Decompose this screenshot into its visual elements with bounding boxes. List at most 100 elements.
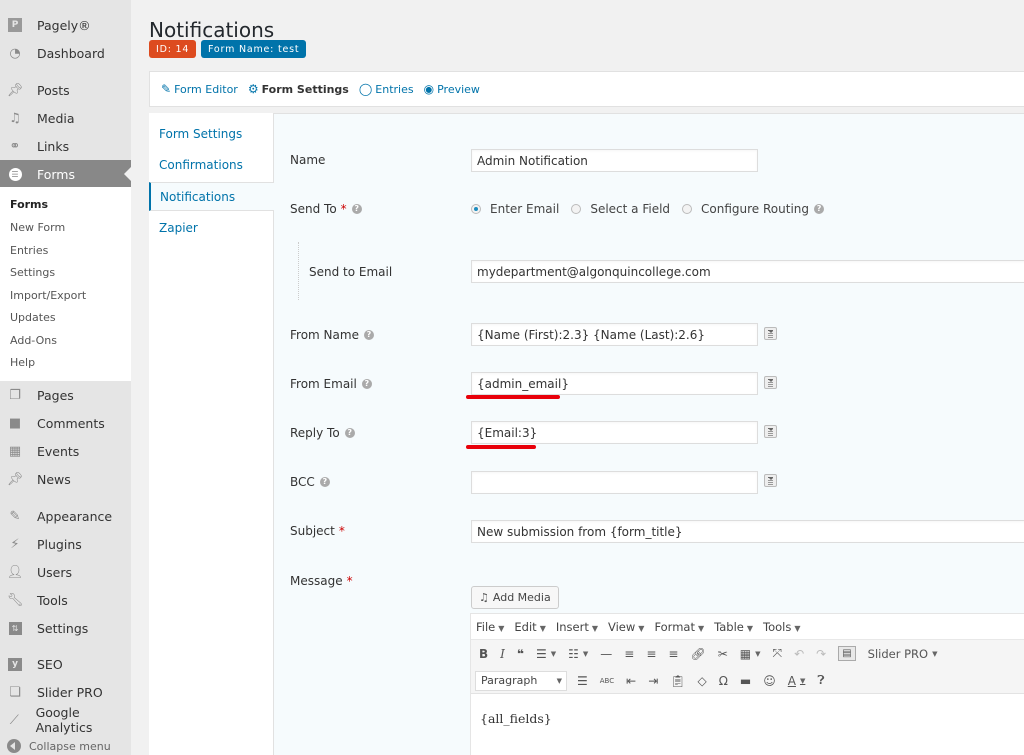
bold-icon[interactable]: B <box>479 647 488 661</box>
wrench-icon: 🔧︎ <box>6 592 24 608</box>
justify-icon[interactable]: ☰ <box>577 674 588 688</box>
radio-enter-email[interactable] <box>471 204 481 214</box>
submenu-import-export[interactable]: Import/Export <box>10 289 86 302</box>
menu-item-dashboard[interactable]: ◔ Dashboard <box>0 39 131 67</box>
table-icon[interactable]: ▦ ▼ <box>740 647 761 661</box>
menu-item-pagely[interactable]: P Pagely® <box>0 11 131 39</box>
form-editor-link[interactable]: ✎ Form Editor <box>161 82 238 96</box>
merge-tag-icon[interactable] <box>764 376 777 389</box>
fullscreen-icon[interactable]: ⤧ <box>772 646 782 661</box>
menu-item-google-analytics[interactable]: ⟋ Google Analytics <box>0 705 131 735</box>
subject-input[interactable]: New submission from {form_title} <box>471 520 1024 543</box>
menu-tools[interactable]: Tools ▼ <box>763 620 801 634</box>
text-color-icon[interactable]: A ▼ <box>788 674 806 688</box>
read-more-icon[interactable]: ▬ <box>740 674 751 688</box>
align-right-icon[interactable]: ≡ <box>668 647 678 661</box>
menu-item-forms[interactable]: ☰ Forms <box>0 160 131 188</box>
name-input[interactable]: Admin Notification <box>471 149 758 172</box>
reply-to-input[interactable]: {Email:3} <box>471 421 758 444</box>
submenu-settings[interactable]: Settings <box>10 266 55 279</box>
numbered-list-icon[interactable]: ☷ ▼ <box>568 647 588 661</box>
menu-item-settings[interactable]: ⇅ Settings <box>0 614 131 642</box>
radio-select-field[interactable] <box>571 204 582 214</box>
menu-table[interactable]: Table ▼ <box>714 620 753 634</box>
help-icon[interactable]: ? <box>351 204 362 214</box>
bcc-input[interactable] <box>471 471 758 494</box>
help-icon[interactable]: ? <box>363 330 374 340</box>
horizontal-rule-icon[interactable]: — <box>600 647 612 661</box>
block-format-select[interactable]: Paragraph ▼ <box>475 670 567 691</box>
menu-view[interactable]: View ▼ <box>608 620 644 634</box>
menu-insert[interactable]: Insert ▼ <box>556 620 598 634</box>
submenu-entries[interactable]: Entries <box>10 244 48 257</box>
merge-tag-icon[interactable] <box>764 327 777 340</box>
menu-item-events[interactable]: ▦ Events <box>0 437 131 465</box>
help-icon[interactable]: ? <box>361 379 372 389</box>
menu-item-comments[interactable]: ■ Comments <box>0 409 131 437</box>
editor-body[interactable]: {all_fields} <box>471 694 1024 743</box>
menu-item-plugins[interactable]: ⚡ Plugins <box>0 530 131 558</box>
menu-item-links[interactable]: ⚭ Links <box>0 132 131 160</box>
indent-icon[interactable]: ⇥ <box>648 674 658 688</box>
menu-edit[interactable]: Edit ▼ <box>514 620 545 634</box>
add-media-button[interactable]: ♫ Add Media <box>471 586 559 609</box>
menu-item-tools[interactable]: 🔧︎ Tools <box>0 586 131 614</box>
unlink-icon[interactable]: ✂ <box>718 647 728 661</box>
redo-icon[interactable]: ↷ <box>816 647 826 661</box>
undo-icon[interactable]: ↶ <box>794 647 804 661</box>
submenu-help[interactable]: Help <box>10 356 35 369</box>
help-icon[interactable]: ? <box>344 428 355 438</box>
toolbar-toggle-icon[interactable]: ▤ <box>838 646 856 661</box>
menu-item-pages[interactable]: ❐ Pages <box>0 381 131 409</box>
from-email-label: From Email? <box>290 377 372 391</box>
italic-icon[interactable]: I <box>500 647 505 661</box>
preview-link[interactable]: ◉ Preview <box>424 82 480 96</box>
strikethrough-icon[interactable]: ABC <box>600 677 614 685</box>
merge-tag-icon[interactable] <box>764 474 777 487</box>
from-email-input[interactable]: {admin_email} <box>471 372 758 395</box>
tab-zapier[interactable]: Zapier <box>149 213 273 242</box>
form-settings-link[interactable]: ⚙ Form Settings <box>248 82 349 96</box>
media-icon: ♫ <box>479 591 489 604</box>
form-id-badge: ID: 14 <box>149 40 197 58</box>
tab-notifications[interactable]: Notifications <box>149 182 274 211</box>
brush-icon: ✎ <box>9 508 21 524</box>
special-character-icon[interactable]: Ω <box>719 674 728 688</box>
menu-item-appearance[interactable]: ✎ Appearance <box>0 502 131 530</box>
tab-confirmations[interactable]: Confirmations <box>149 150 273 179</box>
align-center-icon[interactable]: ≡ <box>646 647 656 661</box>
page-title: Notifications <box>149 18 275 42</box>
help-icon[interactable]: ? <box>319 477 330 487</box>
clear-formatting-icon[interactable]: ◇ <box>697 674 706 688</box>
radio-configure-routing[interactable] <box>682 204 693 214</box>
edit-icon: ✎ <box>161 82 172 96</box>
menu-format[interactable]: Format ▼ <box>654 620 704 634</box>
submenu-new-form[interactable]: New Form <box>10 221 65 234</box>
menu-item-posts[interactable]: 📌︎ Posts <box>0 76 131 104</box>
collapse-menu-button[interactable]: Collapse menu <box>0 737 111 755</box>
tab-form-settings[interactable]: Form Settings <box>149 119 273 148</box>
send-to-email-input[interactable]: mydepartment@algonquincollege.com <box>471 260 1024 283</box>
menu-item-slider-pro[interactable]: ❏ Slider PRO <box>0 678 131 706</box>
menu-item-media[interactable]: ♫ Media <box>0 104 131 132</box>
outdent-icon[interactable]: ⇤ <box>626 674 636 688</box>
submenu-add-ons[interactable]: Add-Ons <box>10 334 57 347</box>
help-icon[interactable]: ? <box>814 204 825 214</box>
submenu-forms[interactable]: Forms <box>10 198 48 211</box>
emoticon-icon[interactable]: ☺ <box>763 674 776 688</box>
menu-file[interactable]: File ▼ <box>476 620 504 634</box>
submenu-updates[interactable]: Updates <box>10 311 56 324</box>
paste-text-icon[interactable]: 📋︎ <box>670 674 685 688</box>
link-icon[interactable]: 🔗︎ <box>690 647 705 661</box>
merge-tag-icon[interactable] <box>764 425 777 438</box>
blockquote-icon[interactable]: ❝ <box>517 647 524 661</box>
menu-item-seo[interactable]: y SEO <box>0 650 131 678</box>
bullet-list-icon[interactable]: ☰ ▼ <box>536 647 556 661</box>
slider-pro-dropdown[interactable]: Slider PRO ▼ <box>868 647 938 661</box>
align-left-icon[interactable]: ≡ <box>624 647 634 661</box>
from-name-input[interactable]: {Name (First):2.3} {Name (Last):2.6} <box>471 323 758 346</box>
help-icon[interactable]: ❓︎ <box>817 673 824 688</box>
entries-link[interactable]: ◯ Entries <box>359 82 414 96</box>
menu-item-news[interactable]: 📌︎ News <box>0 465 131 493</box>
menu-item-users[interactable]: 👤︎ Users <box>0 558 131 586</box>
